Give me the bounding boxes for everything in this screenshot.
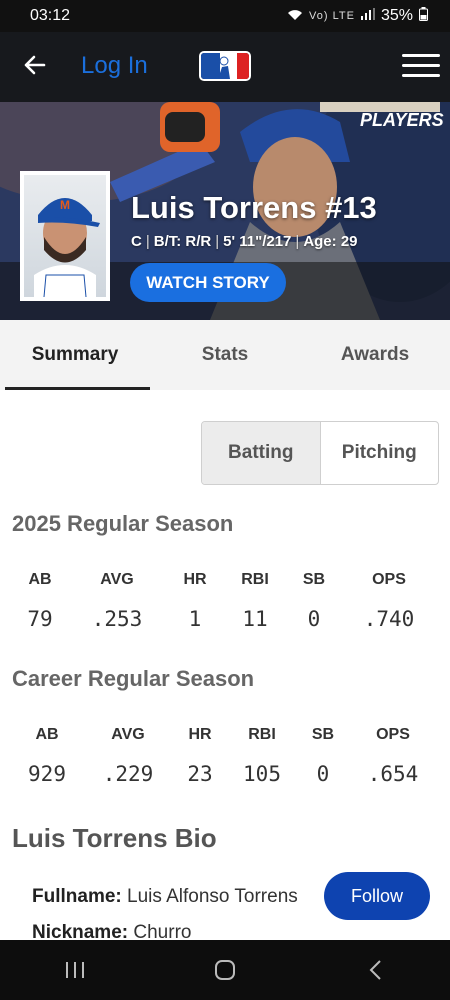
back-nav-icon[interactable] bbox=[355, 950, 395, 990]
career-value-rbi: 105 bbox=[243, 762, 281, 786]
season-value-rbi: 11 bbox=[242, 607, 268, 631]
career-header-hr: HR bbox=[188, 726, 212, 743]
player-height-weight: 5' 11"/217 bbox=[223, 233, 292, 250]
career-header-ab: AB bbox=[35, 726, 59, 743]
bio-fullname-value: Luis Alfonso Torrens bbox=[127, 886, 298, 907]
player-meta: C | B/T: R/R | 5' 11"/217 | Age: 29 bbox=[131, 233, 358, 250]
career-header-sb: SB bbox=[311, 726, 335, 743]
home-icon[interactable] bbox=[205, 950, 245, 990]
stats-type-toggle: Batting Pitching bbox=[201, 421, 439, 485]
player-position: C bbox=[131, 233, 142, 250]
career-value-sb: 0 bbox=[316, 762, 330, 786]
battery-text: 35% bbox=[380, 7, 413, 24]
player-age: Age: 29 bbox=[303, 233, 358, 250]
mlb-logo[interactable] bbox=[199, 51, 251, 81]
season-value-ab: 79 bbox=[27, 607, 53, 631]
top-nav: Log In bbox=[0, 32, 450, 102]
wifi-icon bbox=[287, 9, 303, 24]
back-arrow-icon[interactable] bbox=[20, 50, 50, 80]
career-stats-title: Career Regular Season bbox=[12, 666, 255, 691]
career-value-ab: 929 bbox=[28, 762, 66, 786]
batting-toggle-button[interactable]: Batting bbox=[202, 422, 321, 484]
svg-text:M: M bbox=[60, 198, 70, 212]
season-header-avg: AVG bbox=[100, 571, 134, 588]
bio-fullname-label: Fullname: bbox=[32, 886, 122, 907]
career-header-ops: OPS bbox=[376, 726, 410, 743]
player-hero: PLAYERS M Luis Torrens #13 C | B/T: R/R … bbox=[0, 102, 450, 320]
tab-awards[interactable]: Awards bbox=[300, 320, 450, 390]
season-stats-title: 2025 Regular Season bbox=[12, 511, 234, 536]
season-header-hr: HR bbox=[183, 571, 207, 588]
hamburger-menu-icon[interactable] bbox=[402, 54, 440, 80]
career-value-ops: .654 bbox=[367, 762, 419, 786]
login-link[interactable]: Log In bbox=[81, 52, 148, 80]
status-right: Vo) LTE 35% bbox=[287, 6, 428, 26]
player-bats-throws: B/T: R/R bbox=[153, 233, 212, 250]
season-value-ops: .740 bbox=[363, 607, 415, 631]
season-header-rbi: RBI bbox=[241, 571, 269, 588]
career-header-avg: AVG bbox=[111, 726, 145, 743]
profile-tabs: Summary Stats Awards bbox=[0, 320, 450, 390]
player-headshot: M bbox=[20, 171, 110, 301]
watch-story-button[interactable]: WATCH STORY bbox=[130, 263, 286, 302]
bio-fullname-line: Fullname: Luis Alfonso Torrens bbox=[32, 886, 298, 908]
network-label: Vo) LTE bbox=[309, 10, 355, 22]
status-bar: 03:12 Vo) LTE 35% bbox=[0, 0, 450, 32]
mlb-players-logo: PLAYERS bbox=[360, 110, 444, 130]
tab-summary[interactable]: Summary bbox=[0, 320, 150, 390]
season-header-ops: OPS bbox=[372, 571, 406, 588]
status-time: 03:12 bbox=[30, 7, 71, 24]
recent-apps-icon[interactable] bbox=[55, 950, 95, 990]
season-value-avg: .253 bbox=[91, 607, 143, 631]
season-header-sb: SB bbox=[302, 571, 326, 588]
signal-icon bbox=[360, 7, 375, 25]
battery-icon bbox=[419, 6, 428, 26]
season-header-ab: AB bbox=[28, 571, 52, 588]
tab-stats[interactable]: Stats bbox=[150, 320, 300, 390]
career-header-rbi: RBI bbox=[248, 726, 276, 743]
player-name: Luis Torrens #13 bbox=[131, 190, 377, 225]
pitching-toggle-button[interactable]: Pitching bbox=[321, 422, 439, 484]
season-value-hr: 1 bbox=[188, 607, 202, 631]
season-value-sb: 0 bbox=[307, 607, 321, 631]
career-value-avg: .229 bbox=[102, 762, 154, 786]
career-value-hr: 23 bbox=[187, 762, 213, 786]
follow-button[interactable]: Follow bbox=[324, 872, 430, 920]
system-nav-bar bbox=[0, 940, 450, 1000]
bio-title: Luis Torrens Bio bbox=[12, 823, 217, 853]
